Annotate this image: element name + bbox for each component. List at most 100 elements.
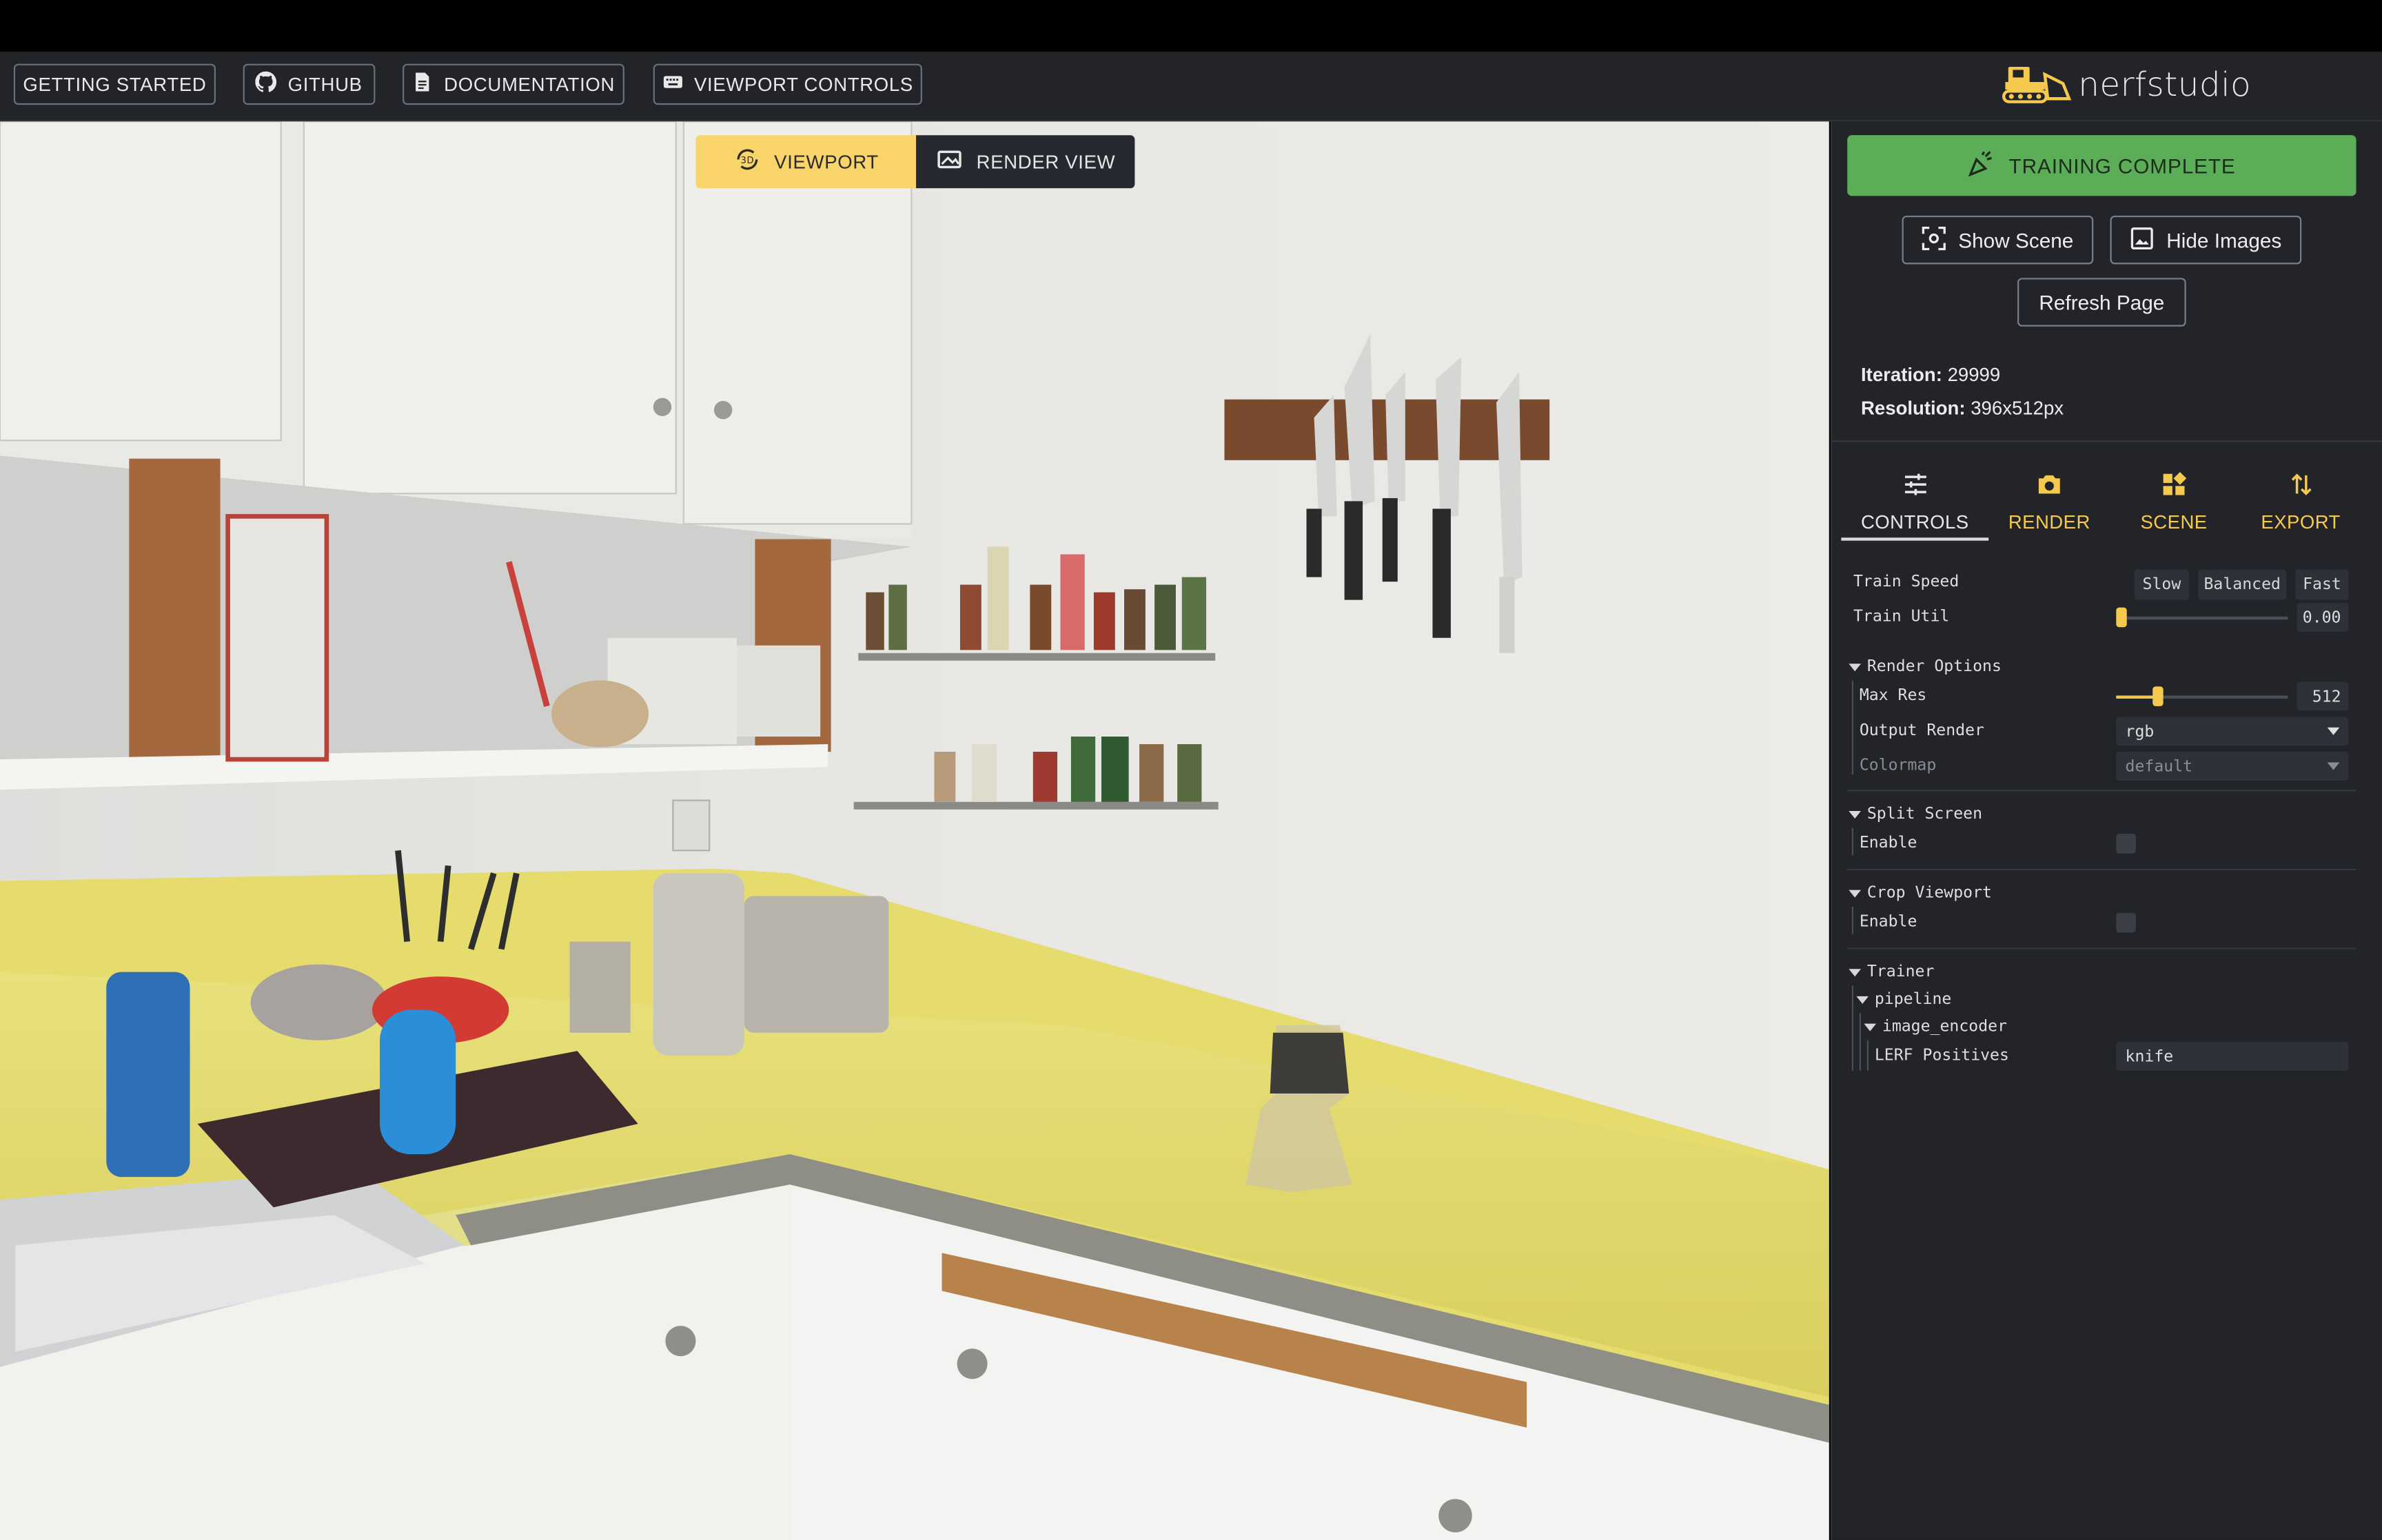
train-util-slider-thumb[interactable] xyxy=(2116,607,2127,628)
render-options-label: Render Options xyxy=(1866,657,2002,676)
folder-guide xyxy=(1859,1013,1862,1071)
tab-controls[interactable]: CONTROLS xyxy=(1841,459,1988,544)
hide-images-label: Hide Images xyxy=(2166,228,2282,251)
collapse-caret-icon xyxy=(1856,995,1869,1003)
crop-viewport-folder[interactable]: Crop Viewport xyxy=(1849,884,1992,902)
lerf-positives-value: knife xyxy=(2125,1047,2174,1066)
viewport-controls-label: VIEWPORT CONTROLS xyxy=(693,73,913,95)
split-enable-label: Enable xyxy=(1859,834,1917,852)
hide-images-button[interactable]: Hide Images xyxy=(2110,215,2302,265)
max-res-value[interactable]: 512 xyxy=(2297,681,2349,711)
trainer-label: Trainer xyxy=(1866,963,1935,981)
iteration-value: 29999 xyxy=(1947,364,2001,386)
max-res-slider-thumb[interactable] xyxy=(2152,686,2164,706)
active-tab-indicator xyxy=(1841,537,1989,541)
folder-guide xyxy=(1851,906,1854,934)
github-icon xyxy=(256,71,278,97)
tab-render-view[interactable]: RENDER VIEW xyxy=(916,135,1135,189)
folder-guide xyxy=(1851,828,1854,855)
output-render-select[interactable]: rgb xyxy=(2116,717,2349,746)
3d-rotate-icon: 3D xyxy=(733,146,761,178)
training-stats: Iteration: 29999 Resolution: 396x512px xyxy=(1861,358,2064,425)
max-res-fill xyxy=(2116,695,2157,699)
split-screen-label: Split Screen xyxy=(1866,805,1983,823)
speed-balanced-button[interactable]: Balanced xyxy=(2198,569,2287,600)
train-speed-label: Train Speed xyxy=(1853,572,1959,591)
speed-slow-button[interactable]: Slow xyxy=(2134,569,2190,600)
folder-guide xyxy=(1866,1040,1869,1071)
show-scene-label: Show Scene xyxy=(1958,228,2074,251)
trainer-folder[interactable]: Trainer xyxy=(1849,963,1934,981)
divider xyxy=(1847,790,2356,792)
tab-viewport[interactable]: 3D VIEWPORT xyxy=(695,135,917,189)
keyboard-icon xyxy=(662,72,684,97)
confetti-icon xyxy=(1968,150,1995,181)
pipeline-label: pipeline xyxy=(1874,990,1952,1009)
max-res-label: Max Res xyxy=(1859,686,1927,705)
lerf-positives-input[interactable]: knife xyxy=(2116,1042,2349,1071)
tab-viewport-label: VIEWPORT xyxy=(774,151,879,173)
divider xyxy=(1847,868,2356,870)
dropdown-caret-icon xyxy=(2327,762,2340,770)
github-button[interactable]: GITHUB xyxy=(243,63,376,105)
image-encoder-folder[interactable]: image_encoder xyxy=(1864,1018,2007,1036)
folder-guide xyxy=(1851,680,1854,775)
collapse-caret-icon xyxy=(1864,1023,1877,1031)
panel-tabs: CONTROLS RENDER SCENE EXPORT xyxy=(1841,459,2363,544)
tab-render-label: RENDER xyxy=(2008,511,2090,533)
tab-controls-label: CONTROLS xyxy=(1860,511,1969,533)
iteration-label: Iteration: xyxy=(1861,364,1942,386)
train-util-label: Train Util xyxy=(1853,607,1950,626)
training-complete-label: TRAINING COMPLETE xyxy=(2008,154,2236,177)
show-scene-button[interactable]: Show Scene xyxy=(1902,215,2094,265)
resolution-label: Resolution: xyxy=(1861,398,1966,420)
pipeline-folder[interactable]: pipeline xyxy=(1856,990,1952,1009)
train-util-value[interactable]: 0.00 xyxy=(2297,603,2349,632)
tab-export-label: EXPORT xyxy=(2261,511,2341,533)
render-options-folder[interactable]: Render Options xyxy=(1849,657,2002,676)
refresh-page-button[interactable]: Refresh Page xyxy=(2017,278,2186,327)
sliders-icon xyxy=(1901,470,1928,502)
center-focus-icon xyxy=(1922,225,1946,254)
dropdown-caret-icon xyxy=(2327,727,2340,735)
document-icon xyxy=(412,72,434,97)
tab-scene-label: SCENE xyxy=(2140,511,2208,533)
collapse-caret-icon xyxy=(1849,810,1862,818)
3d-viewport[interactable] xyxy=(0,121,1829,1540)
tab-render[interactable]: RENDER xyxy=(1988,459,2110,544)
output-render-value: rgb xyxy=(2125,722,2155,741)
refresh-page-label: Refresh Page xyxy=(2039,291,2165,314)
collapse-caret-icon xyxy=(1849,968,1862,976)
divider xyxy=(1847,947,2356,949)
resolution-value: 396x512px xyxy=(1971,398,2064,420)
documentation-button[interactable]: DOCUMENTATION xyxy=(403,63,624,105)
lerf-positives-label: LERF Positives xyxy=(1874,1046,2009,1065)
tab-scene[interactable]: SCENE xyxy=(2110,459,2237,544)
training-complete-button[interactable]: TRAINING COMPLETE xyxy=(1847,135,2356,196)
tab-export[interactable]: EXPORT xyxy=(2238,459,2364,544)
collapse-caret-icon xyxy=(1849,889,1862,897)
kitchen-scene-render xyxy=(0,121,1829,1540)
collapse-caret-icon xyxy=(1849,663,1862,671)
bulldozer-icon xyxy=(2002,59,2072,112)
logo-text: nerfstudio xyxy=(2078,65,2252,104)
getting-started-label: GETTING STARTED xyxy=(23,73,207,95)
crop-enable-label: Enable xyxy=(1859,912,1917,932)
split-screen-folder[interactable]: Split Screen xyxy=(1849,805,1982,823)
viewport-controls-button[interactable]: VIEWPORT CONTROLS xyxy=(653,63,922,105)
train-util-track[interactable] xyxy=(2120,616,2288,620)
output-render-label: Output Render xyxy=(1859,721,1984,740)
speed-fast-button[interactable]: Fast xyxy=(2295,569,2349,600)
getting-started-button[interactable]: GETTING STARTED xyxy=(13,63,216,105)
colormap-value: default xyxy=(2125,757,2193,776)
colormap-select[interactable]: default xyxy=(2116,752,2349,781)
divider xyxy=(1832,440,2382,442)
camera-view-icon xyxy=(935,146,963,178)
image-encoder-label: image_encoder xyxy=(1882,1017,2008,1036)
svg-text:3D: 3D xyxy=(740,156,754,166)
nerfstudio-logo: nerfstudio xyxy=(2002,62,2251,107)
split-screen-checkbox[interactable] xyxy=(2116,834,2136,854)
viewport-mode-toggle: 3D VIEWPORT RENDER VIEW xyxy=(695,135,1135,189)
crop-viewport-checkbox[interactable] xyxy=(2116,912,2136,933)
github-label: GITHUB xyxy=(287,73,363,95)
